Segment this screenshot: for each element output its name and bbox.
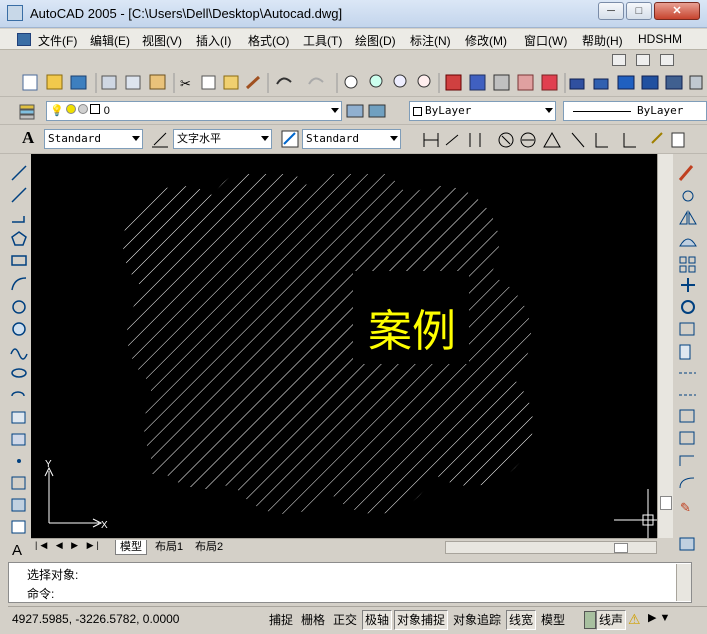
command-history-line: 选择对象: bbox=[27, 568, 79, 582]
tab-layout2[interactable]: 布局2 bbox=[191, 540, 227, 555]
menu-insert[interactable]: 插入(I) bbox=[196, 32, 231, 49]
text-style-icon[interactable]: A bbox=[22, 128, 34, 148]
otrack-toggle[interactable]: 对象追踪 bbox=[450, 610, 505, 630]
close-button[interactable]: ✕ bbox=[654, 2, 700, 20]
menu-format[interactable]: 格式(O) bbox=[248, 32, 289, 49]
doc-close-icon[interactable] bbox=[660, 54, 674, 66]
modify-toolbar: ✎ bbox=[674, 154, 702, 558]
current-layer-name: 0 bbox=[103, 105, 110, 117]
doc-restore-icon[interactable] bbox=[636, 54, 650, 66]
menu-draw[interactable]: 绘图(D) bbox=[355, 32, 396, 49]
hscroll-thumb[interactable] bbox=[614, 543, 628, 553]
menu-modify[interactable]: 修改(M) bbox=[465, 32, 507, 49]
dimension-toolbar-icons[interactable] bbox=[420, 129, 707, 151]
warning-icon[interactable]: ⚠ bbox=[628, 611, 641, 628]
dim-style-dropdown[interactable]: Standard bbox=[302, 129, 401, 149]
text-style-value: Standard bbox=[48, 132, 101, 145]
svg-text:✎: ✎ bbox=[680, 500, 691, 515]
layer-manager-icon[interactable] bbox=[14, 101, 44, 121]
draw-toolbar: A bbox=[8, 154, 31, 559]
layer-tools-icons[interactable] bbox=[345, 101, 395, 121]
menu-window[interactable]: 窗口(W) bbox=[524, 32, 567, 49]
styles-toolbar: A Standard 文字水平 Standard bbox=[0, 125, 707, 154]
dim-style-value: Standard bbox=[306, 132, 359, 145]
menu-edit[interactable]: 编辑(E) bbox=[90, 32, 130, 49]
layer-dropdown[interactable]: 💡 0 bbox=[46, 101, 342, 121]
scroll-thumb[interactable] bbox=[660, 496, 672, 510]
tray-label[interactable]: 线声 bbox=[596, 610, 627, 630]
menu-tools[interactable]: 工具(T) bbox=[303, 32, 342, 49]
command-scrollbar[interactable] bbox=[676, 564, 691, 601]
dim-style-icon[interactable] bbox=[280, 129, 302, 149]
text-mode-dropdown[interactable]: 文字水平 bbox=[173, 129, 272, 149]
ucs-x-label: X bbox=[101, 520, 108, 531]
layout-tabs-bar: |◀ ◀ ▶ ▶| 模型 布局1 布局2 bbox=[31, 538, 657, 555]
color-dropdown[interactable]: ByLayer bbox=[409, 101, 556, 121]
text-style-dropdown[interactable]: Standard bbox=[44, 129, 143, 149]
svg-text:✂: ✂ bbox=[180, 76, 191, 91]
standard-toolbar: ✂ bbox=[0, 51, 707, 97]
standard-toolbar-icons: ✂ bbox=[22, 73, 703, 93]
menu-view[interactable]: 视图(V) bbox=[142, 32, 182, 49]
coordinate-readout: 4927.5985, -3226.5782, 0.0000 bbox=[12, 612, 180, 626]
ortho-toggle[interactable]: 正交 bbox=[330, 610, 361, 630]
tab-model[interactable]: 模型 bbox=[115, 540, 147, 555]
vertical-scrollbar[interactable] bbox=[657, 154, 673, 538]
ucs-icon bbox=[44, 466, 103, 528]
color-value: ByLayer bbox=[425, 104, 472, 117]
maximize-button[interactable]: □ bbox=[626, 2, 652, 20]
menu-hdshm[interactable]: HDSHM bbox=[638, 32, 682, 46]
svg-text:A: A bbox=[12, 542, 22, 558]
document-icon[interactable] bbox=[17, 33, 31, 46]
lineweight-toggle[interactable]: 线宽 bbox=[506, 610, 537, 630]
tab-layout1[interactable]: 布局1 bbox=[151, 540, 187, 555]
horizontal-scrollbar[interactable] bbox=[445, 541, 657, 554]
status-bar: 4927.5985, -3226.5782, 0.0000 捕捉 栅格 正交 极… bbox=[8, 606, 707, 634]
command-prompt[interactable]: 命令: bbox=[27, 585, 54, 602]
linetype-dropdown[interactable]: ByLayer bbox=[563, 101, 707, 121]
hatched-region: 案例 Y X bbox=[44, 174, 657, 538]
osnap-toggle[interactable]: 对象捕捉 bbox=[394, 610, 449, 630]
tab-navigation-arrows[interactable]: |◀ ◀ ▶ ▶| bbox=[35, 540, 102, 551]
linetype-value: ByLayer bbox=[637, 104, 684, 117]
doc-minimize-icon[interactable] bbox=[612, 54, 626, 66]
menu-bar: 文件(F) 编辑(E) 视图(V) 插入(I) 格式(O) 工具(T) 绘图(D… bbox=[0, 29, 707, 50]
polar-toggle[interactable]: 极轴 bbox=[362, 610, 393, 630]
text-mode-value: 文字水平 bbox=[177, 133, 221, 145]
autocad-app-icon[interactable] bbox=[7, 5, 23, 21]
crosshair-cursor bbox=[614, 489, 657, 538]
tray-menu-icon[interactable]: ▶ ▼ bbox=[648, 611, 670, 624]
draw-tool-icons[interactable]: A bbox=[8, 154, 31, 559]
modify-tool-icons[interactable]: ✎ bbox=[674, 154, 702, 558]
drawing-canvas[interactable]: 案例 Y X bbox=[31, 154, 657, 538]
minimize-button[interactable]: ─ bbox=[598, 2, 624, 20]
snap-toggle[interactable]: 捕捉 bbox=[266, 610, 297, 630]
layers-toolbar: 💡 0 ByLayer ByLayer bbox=[0, 97, 707, 125]
drawing-label: 案例 bbox=[368, 306, 456, 357]
model-toggle[interactable]: 模型 bbox=[538, 610, 569, 630]
text-align-icon[interactable] bbox=[150, 129, 172, 149]
command-window[interactable]: 选择对象: 命令: bbox=[8, 562, 692, 603]
grid-toggle[interactable]: 栅格 bbox=[298, 610, 329, 630]
menu-dimension[interactable]: 标注(N) bbox=[410, 32, 451, 49]
menu-file[interactable]: 文件(F) bbox=[38, 32, 77, 49]
ucs-y-label: Y bbox=[45, 459, 52, 470]
menu-help[interactable]: 帮助(H) bbox=[582, 32, 623, 49]
title-bar: AutoCAD 2005 - [C:\Users\Dell\Desktop\Au… bbox=[0, 0, 707, 28]
tray-lock-icon[interactable] bbox=[584, 611, 596, 629]
window-title: AutoCAD 2005 - [C:\Users\Dell\Desktop\Au… bbox=[30, 6, 343, 21]
